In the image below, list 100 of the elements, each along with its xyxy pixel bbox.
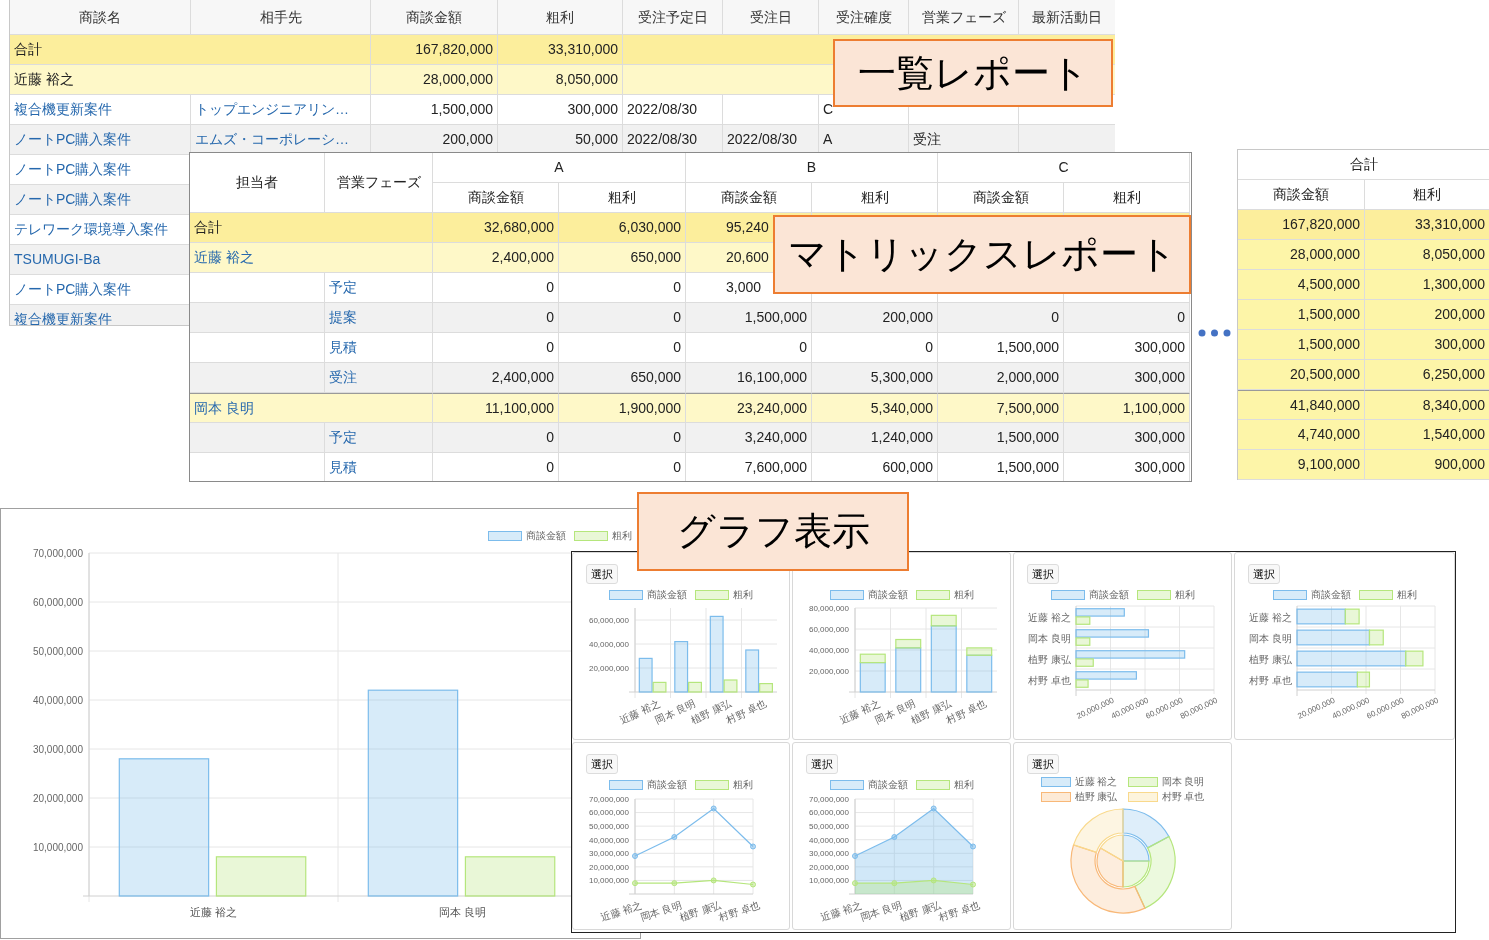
column-header: 受注確度 [819, 0, 909, 35]
category-label: 岡本 良明 [1028, 632, 1071, 644]
table-cell: 167,820,000 [1238, 210, 1365, 240]
legend-label: 粗利 [733, 589, 753, 601]
table-cell: 0 [1064, 303, 1190, 333]
axis-label: 50,000,000 [808, 821, 849, 831]
table-cell: 1,900,000 [559, 393, 686, 423]
category-label: 植野 康弘 [1028, 653, 1071, 665]
legend-label: 近藤 裕之 [1074, 776, 1118, 788]
column-header: B [686, 153, 938, 183]
legend-label: 村野 卓也 [1161, 791, 1205, 803]
axis-label: 40,000,000 [588, 835, 629, 845]
table-cell: A [819, 125, 909, 155]
table-cell: 16,100,000 [686, 363, 812, 393]
table-cell: 9,100,000 [1238, 450, 1365, 480]
axis-label: 20,000,000 [808, 666, 849, 676]
table-cell: 0 [812, 333, 938, 363]
category-label: 村野 卓也 [1249, 674, 1292, 686]
table-cell: 1,300,000 [1365, 270, 1489, 300]
table-cell: 4,740,000 [1238, 420, 1365, 450]
table-cell: 900,000 [1365, 450, 1489, 480]
axis-label: 80,000,000 [808, 604, 849, 613]
table-cell: 33,310,000 [1365, 210, 1489, 240]
category-label: 近藤 裕之 [1028, 611, 1071, 623]
legend-label: 粗利 [612, 530, 632, 542]
table-cell: 300,000 [498, 95, 623, 125]
column-header: C [938, 153, 1190, 183]
table-cell: 2,000,000 [938, 363, 1064, 393]
column-header: A [433, 153, 686, 183]
table-cell: 6,030,000 [559, 213, 686, 243]
column-header: 受注日 [723, 0, 819, 35]
table-cell: 1,500,000 [938, 423, 1064, 453]
table-cell: 2,400,000 [433, 243, 559, 273]
axis-label: 30,000,000 [32, 743, 83, 755]
legend-label: 粗利 [1396, 589, 1417, 601]
legend-label: 商談金額 [1088, 589, 1129, 601]
table-cell: 200,000 [1365, 300, 1489, 330]
table-cell: 8,050,000 [498, 65, 623, 95]
category-label: 近藤 裕之 [1249, 611, 1292, 623]
column-header: 粗利 [498, 0, 623, 35]
category-label: 村野 卓也 [1028, 674, 1071, 686]
legend-label: 粗利 [1174, 589, 1195, 601]
axis-label: 60,000,000 [32, 596, 83, 608]
axis-label: 30,000,000 [808, 849, 849, 859]
table-cell: 0 [559, 423, 686, 453]
table-cell: 5,300,000 [812, 363, 938, 393]
table-cell: 33,310,000 [498, 35, 623, 65]
table-cell: 0 [559, 333, 686, 363]
table-cell: 167,820,000 [371, 35, 498, 65]
table-cell: 0 [433, 303, 559, 333]
table-cell: 300,000 [1365, 330, 1489, 360]
column-header: 商談金額 [371, 0, 498, 35]
table-cell: 2022/08/30 [623, 95, 723, 125]
callout-label: マトリックスレポート [773, 215, 1191, 294]
table-cell: 0 [686, 333, 812, 363]
table-cell: 11,100,000 [433, 393, 559, 423]
legend-label: 商談金額 [867, 589, 908, 601]
axis-label: 10,000,000 [808, 876, 849, 886]
legend-label: 商談金額 [1310, 589, 1351, 601]
table-cell: 7,500,000 [938, 393, 1064, 423]
column-header: 営業フェーズ [909, 0, 1019, 35]
legend-label: 岡本 良明 [1161, 776, 1205, 788]
axis-label: 20,000,000 [32, 792, 83, 804]
column-header: 受注予定日 [623, 0, 723, 35]
column-header: 合計 [1238, 150, 1489, 180]
table-cell: 0 [559, 303, 686, 333]
table-cell: 0 [559, 273, 686, 303]
table-cell: 2,400,000 [433, 363, 559, 393]
table-cell: 4,500,000 [1238, 270, 1365, 300]
table-cell: 0 [938, 303, 1064, 333]
table-cell: 合計 [190, 213, 433, 243]
column-header: 営業フェーズ [325, 153, 433, 213]
legend-label: 植野 康弘 [1074, 791, 1118, 803]
table-cell: 1,540,000 [1365, 420, 1489, 450]
callout-label: グラフ表示 [637, 492, 909, 571]
axis-label: 70,000,000 [808, 794, 849, 804]
table-cell: 2022/08/30 [723, 125, 819, 155]
axis-label: 20,000,000 [808, 862, 849, 872]
axis-label: 20,000,000 [588, 663, 629, 673]
legend-label: 商談金額 [526, 530, 566, 542]
axis-label: 40,000,000 [808, 835, 849, 845]
table-cell: 8,050,000 [1365, 240, 1489, 270]
axis-label: 30,000,000 [588, 849, 629, 859]
table-cell: 0 [433, 273, 559, 303]
column-header: 最新活動日 [1019, 0, 1115, 35]
table-cell: 0 [433, 423, 559, 453]
table-cell: 受注 [909, 125, 1019, 155]
axis-label: 60,000,000 [808, 624, 849, 634]
axis-label: 60,000,000 [808, 808, 849, 818]
callout-label: 一覧レポート [833, 39, 1113, 107]
table-cell: 20,500,000 [1238, 360, 1365, 390]
axis-label: 10,000,000 [588, 876, 629, 886]
table-cell: 650,000 [559, 243, 686, 273]
table-cell: 5,340,000 [812, 393, 938, 423]
table-cell: 6,250,000 [1365, 360, 1489, 390]
legend-label: 粗利 [733, 779, 753, 791]
table-cell: 300,000 [1064, 423, 1190, 453]
axis-label: 70,000,000 [588, 794, 629, 804]
table-cell: 23,240,000 [686, 393, 812, 423]
table-cell: 28,000,000 [371, 65, 498, 95]
